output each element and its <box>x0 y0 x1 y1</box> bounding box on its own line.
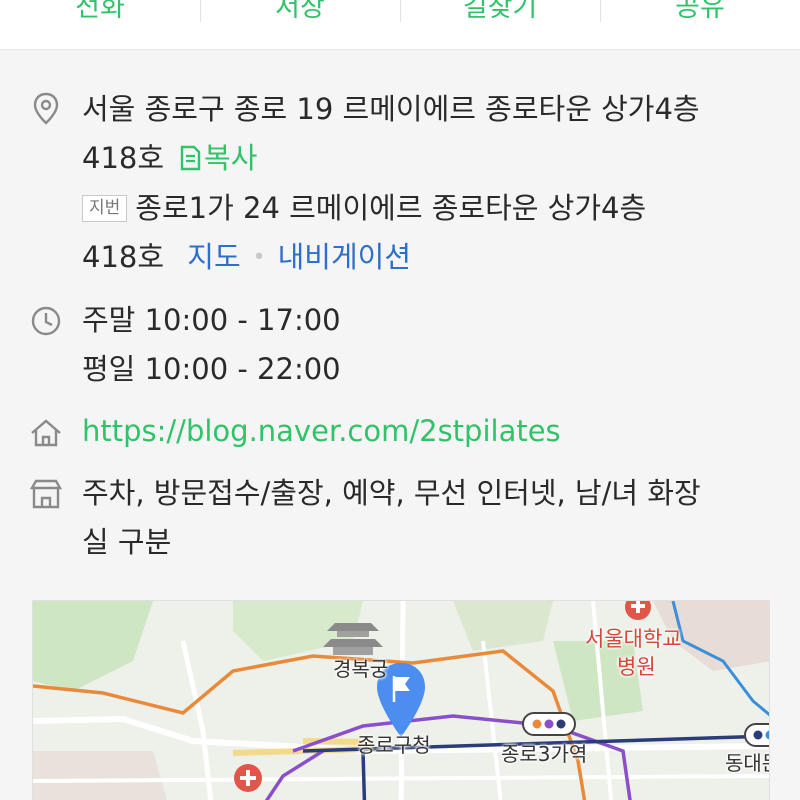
share-label: 공유 <box>675 0 725 23</box>
divider <box>400 0 401 22</box>
road-address-line2-row: 418호 복사 <box>82 144 257 173</box>
park-area <box>33 601 153 691</box>
divider <box>200 0 201 22</box>
hospital-icon <box>625 601 651 620</box>
separator-dot: • <box>252 245 266 270</box>
save-button[interactable]: 저장 <box>200 0 400 49</box>
block-area <box>33 751 167 800</box>
palace-icon <box>323 623 383 655</box>
navigation-link[interactable]: 내비게이션 <box>278 240 411 274</box>
hours-weekend: 주말 10:00 - 17:00 <box>82 303 341 337</box>
copy-button[interactable]: 복사 <box>204 141 257 175</box>
location-pin-icon <box>33 92 59 125</box>
map-link[interactable]: 지도 <box>187 240 240 274</box>
map-label-hospital: 서울대학교 <box>585 627 682 651</box>
place-detail-page: 전화 저장 길찾기 공유 서울 종로구 종로 19 르메이에르 종로타운 상가4… <box>0 0 800 800</box>
divider <box>600 0 601 22</box>
road-address-line2: 418호 <box>82 141 165 175</box>
website-link[interactable]: https://blog.naver.com/2stpilates <box>82 417 561 446</box>
map-preview[interactable]: 경복궁 서울대학교 병원 종로구청 종로3가역 동대문 <box>32 600 770 800</box>
save-label: 저장 <box>275 0 325 23</box>
subway-station-badge <box>522 712 576 736</box>
directions-button[interactable]: 길찾기 <box>400 0 600 49</box>
street <box>180 640 214 800</box>
subway-line-purple <box>264 749 324 800</box>
action-bar: 전화 저장 길찾기 공유 <box>0 0 800 50</box>
park-area <box>453 601 553 651</box>
map-label-jongno3: 종로3가역 <box>501 742 588 766</box>
copy-icon[interactable] <box>178 144 202 172</box>
call-button[interactable]: 전화 <box>0 0 200 49</box>
call-label: 전화 <box>75 0 125 23</box>
home-icon <box>31 419 61 447</box>
clock-icon <box>31 306 61 336</box>
subway-line-navy <box>361 750 367 800</box>
jibun-tag: 지번 <box>82 195 128 222</box>
subway-station-badge <box>744 723 769 747</box>
hours-weekday: 평일 10:00 - 22:00 <box>82 352 341 386</box>
jibun-address-line2-row: 418호 지도 • 내비게이션 <box>82 243 411 272</box>
jibun-address-line1-row: 지번 종로1가 24 르메이에르 종로타운 상가4층 <box>82 194 646 223</box>
map-label-hospital-2: 병원 <box>617 655 656 679</box>
amenities-line2: 실 구분 <box>82 525 172 559</box>
road-address-line1: 서울 종로구 종로 19 르메이에르 종로타운 상가4층 <box>82 92 700 126</box>
store-icon <box>29 479 63 509</box>
map-label-gyeongbokgung: 경복궁 <box>333 657 389 681</box>
directions-label: 길찾기 <box>462 0 538 23</box>
map-label-jongno-office: 종로구청 <box>357 733 431 757</box>
hospital-icon <box>234 764 262 792</box>
map-label-dongdaemun: 동대문 <box>725 751 769 775</box>
jibun-address-line2: 418호 <box>82 240 165 274</box>
share-button[interactable]: 공유 <box>600 0 800 49</box>
amenities-line1: 주차, 방문접수/출장, 예약, 무선 인터넷, 남/녀 화장 <box>82 476 701 510</box>
jibun-address-line1: 종로1가 24 르메이에르 종로타운 상가4층 <box>135 191 647 225</box>
